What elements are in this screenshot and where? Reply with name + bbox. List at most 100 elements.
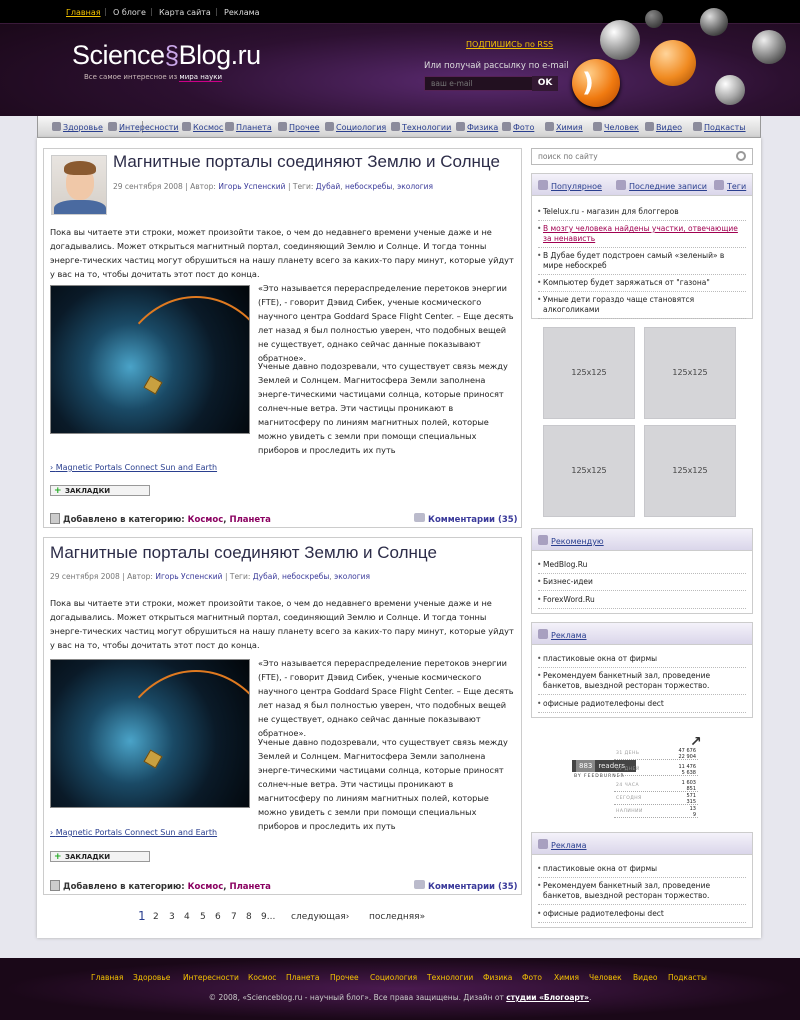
author-link[interactable]: Игорь Успенский — [218, 182, 285, 191]
tag-link[interactable]: экология — [397, 182, 433, 191]
footer-link[interactable]: Химия — [554, 973, 579, 982]
nav-item-chemistry[interactable]: Химия — [545, 122, 583, 132]
page-link[interactable]: 6 — [215, 912, 221, 922]
popular-item[interactable]: В Дубае будет подстроен самый «зеленый» … — [537, 251, 746, 275]
footer-link[interactable]: Космос — [248, 973, 276, 982]
recommend-item[interactable]: Бизнес-идеи — [537, 577, 746, 591]
nav-item-other[interactable]: Прочее — [278, 122, 320, 132]
ad-link-item[interactable]: Рекомендуем банкетный зал, проведение ба… — [537, 881, 746, 905]
popular-item[interactable]: Умные дети гораздо чаще становятся алког… — [537, 295, 746, 319]
nav-item-technology[interactable]: Технологии — [391, 122, 451, 132]
nav-item-physics[interactable]: Физика — [456, 122, 498, 132]
page-link[interactable]: 2 — [153, 912, 159, 922]
post-title[interactable]: Магнитные порталы соединяют Землю и Солн… — [50, 543, 437, 563]
ad-link-item[interactable]: офисные радиотелефоны dect — [537, 909, 746, 923]
footer-link[interactable]: Человек — [589, 973, 622, 982]
footer-link[interactable]: Интересности — [183, 973, 239, 982]
tab-popular[interactable]: Популярное — [538, 180, 602, 191]
ad-link-item[interactable]: офисные радиотелефоны dect — [537, 699, 746, 713]
ad-links-title[interactable]: Реклама — [538, 839, 587, 850]
footer-link[interactable]: Здоровье — [133, 973, 170, 982]
tag-link[interactable]: небоскребы — [282, 572, 329, 581]
popular-item[interactable]: Компьютер будет заряжаться от "газона" — [537, 278, 746, 292]
search-icon[interactable] — [736, 151, 746, 161]
site-logo[interactable]: Science§Blog.ru — [72, 40, 261, 71]
ad-link-item[interactable]: Рекомендуем банкетный зал, проведение ба… — [537, 671, 746, 695]
page-link[interactable]: 7 — [231, 912, 237, 922]
source-link[interactable]: › Magnetic Portals Connect Sun and Earth — [50, 828, 217, 837]
tag-link[interactable]: Дубай — [253, 572, 277, 581]
tab-recent[interactable]: Последние записи — [616, 180, 707, 191]
recommend-title[interactable]: Рекомендую — [538, 535, 604, 546]
tagline-bold: мира науки — [179, 73, 222, 82]
footer-link[interactable]: Главная — [91, 973, 123, 982]
topnav-home[interactable]: Главная — [66, 8, 101, 17]
post-quote: «Это называется перераспределение перето… — [258, 283, 514, 363]
nav-item-human[interactable]: Человек — [593, 122, 639, 132]
popular-item[interactable]: Telelux.ru - магазин для блоггеров — [537, 207, 746, 221]
footer-link[interactable]: Подкасты — [668, 973, 707, 982]
footer-link[interactable]: Физика — [483, 973, 512, 982]
footer-link[interactable]: Прочее — [330, 973, 359, 982]
nav-item-health[interactable]: Здоровье — [52, 122, 103, 132]
footer-link[interactable]: Технологии — [427, 973, 473, 982]
folder-icon — [50, 513, 60, 524]
recommend-item[interactable]: ForexWord.Ru — [537, 595, 746, 609]
rss-subscribe-link[interactable]: ПОДПИШИСЬ по RSS — [466, 40, 553, 49]
page-link[interactable]: 5 — [200, 912, 206, 922]
popular-item[interactable]: В мозгу человека найдены участки, отвеча… — [537, 224, 746, 248]
page-link[interactable]: 3 — [169, 912, 175, 922]
nav-item-planet[interactable]: Планета — [225, 122, 272, 132]
nav-item-photo[interactable]: Фото — [502, 122, 534, 132]
tag-link[interactable]: экология — [334, 572, 370, 581]
tag-link[interactable]: небоскребы — [345, 182, 392, 191]
ad-link-item[interactable]: пластиковые окна от фирмы — [537, 864, 746, 878]
ad-banner[interactable]: 125x125 — [644, 327, 736, 419]
megaphone-icon — [538, 839, 548, 849]
post-title[interactable]: Магнитные порталы соединяют Землю и Солн… — [113, 152, 500, 172]
category-link[interactable]: Космос — [188, 515, 224, 525]
footer-link[interactable]: Социология — [370, 973, 417, 982]
designer-link[interactable]: студии «Блогоарт» — [506, 993, 589, 1002]
tag-link[interactable]: Дубай — [316, 182, 340, 191]
comments-link[interactable]: Комментарии (35) — [414, 880, 518, 892]
search-input[interactable] — [531, 148, 753, 165]
page-link[interactable]: 4 — [184, 912, 190, 922]
nav-item-video[interactable]: Видео — [645, 122, 682, 132]
last-page-link[interactable]: последняя» — [369, 912, 425, 922]
rss-icon[interactable]: ) — [572, 59, 620, 107]
ad-banner[interactable]: 125x125 — [543, 327, 635, 419]
nav-item-podcasts[interactable]: Подкасты — [693, 122, 746, 132]
nav-item-sociology[interactable]: Социология — [325, 122, 386, 132]
page-link[interactable]: 9... — [261, 912, 275, 922]
recommend-item[interactable]: MedBlog.Ru — [537, 560, 746, 574]
page-link[interactable]: 8 — [246, 912, 252, 922]
subscribe-ok-button[interactable]: OK — [532, 76, 558, 91]
feedburner-widget[interactable]: ↗ 883 readers BY FEEDBURNER 31 ДЕНЬ 47 676… — [570, 734, 710, 818]
comments-link[interactable]: Комментарии (35) — [414, 513, 518, 525]
ad-banner[interactable]: 125x125 — [644, 425, 736, 517]
source-link[interactable]: › Magnetic Portals Connect Sun and Earth — [50, 463, 217, 472]
page-link-current[interactable]: 1 — [138, 909, 146, 923]
ad-links-title[interactable]: Реклама — [538, 629, 587, 640]
bookmark-button[interactable]: ЗАКЛАДКИ — [50, 851, 150, 862]
topnav-about[interactable]: О блоге — [113, 8, 146, 17]
category-link[interactable]: Космос — [188, 882, 224, 892]
footer-link[interactable]: Фото — [522, 973, 542, 982]
next-page-link[interactable]: следующая› — [291, 912, 349, 922]
ad-link-item[interactable]: пластиковые окна от фирмы — [537, 654, 746, 668]
ad-banner[interactable]: 125x125 — [543, 425, 635, 517]
nav-item-interesting[interactable]: Интересности — [108, 122, 179, 132]
footer-link[interactable]: Видео — [633, 973, 657, 982]
category-label: Добавлено в категорию: — [63, 882, 185, 892]
topnav-ads[interactable]: Реклама — [224, 8, 260, 17]
post-image — [50, 659, 250, 808]
topnav-sitemap[interactable]: Карта сайта — [159, 8, 211, 17]
footer-link[interactable]: Планета — [286, 973, 320, 982]
tab-tags[interactable]: Теги — [714, 180, 746, 191]
category-link[interactable]: Планета — [229, 882, 270, 892]
category-link[interactable]: Планета — [229, 515, 270, 525]
author-link[interactable]: Игорь Успенский — [155, 572, 222, 581]
bookmark-button[interactable]: ЗАКЛАДКИ — [50, 485, 150, 496]
nav-item-space[interactable]: Космос — [182, 122, 223, 132]
